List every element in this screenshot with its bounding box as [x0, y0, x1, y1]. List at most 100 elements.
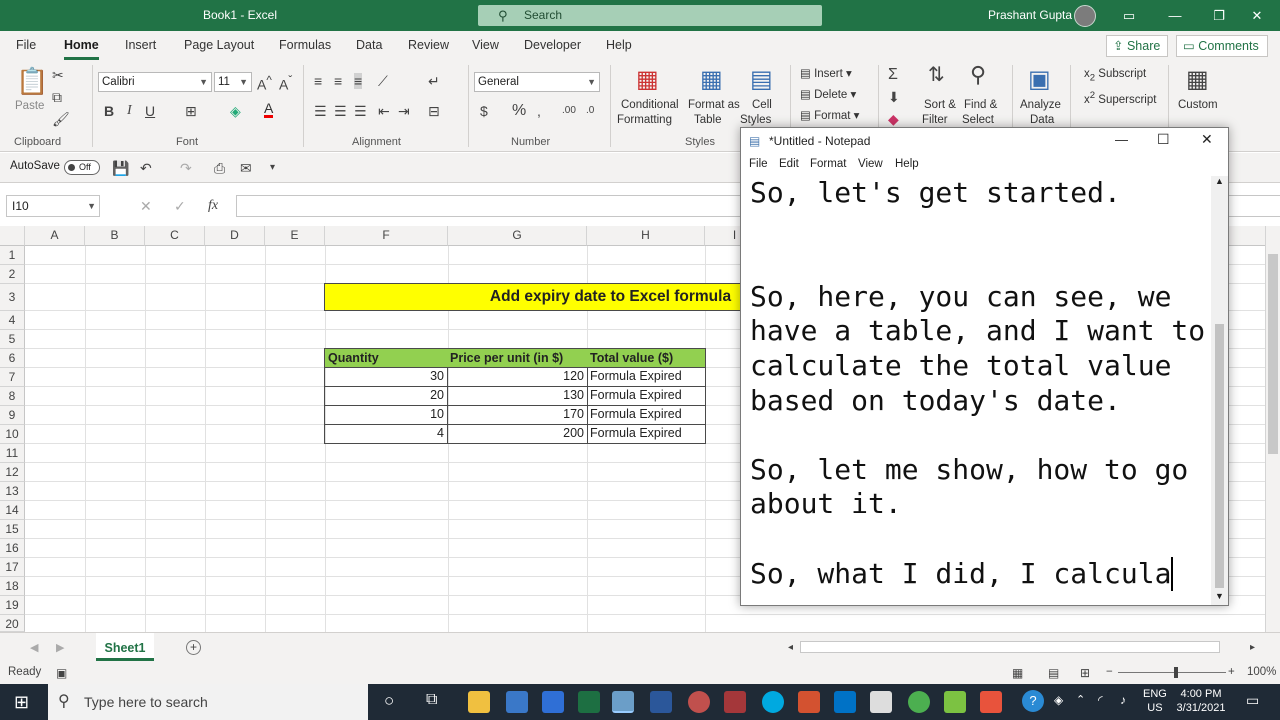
borders-icon[interactable]: ⊞ — [185, 103, 197, 119]
camtasia-icon[interactable] — [944, 691, 966, 713]
row-header[interactable]: 5 — [0, 330, 25, 349]
cut-icon[interactable]: ✂ — [52, 67, 64, 83]
increase-font-icon[interactable]: A^ — [257, 73, 272, 93]
sort-filter-label[interactable]: Sort & — [924, 98, 956, 113]
notepad-scroll-thumb[interactable] — [1215, 324, 1224, 588]
fill-color-icon[interactable]: ◈ — [230, 103, 241, 119]
scrollbar-thumb[interactable] — [1268, 254, 1278, 454]
file-explorer-icon[interactable] — [468, 691, 490, 713]
copy-icon[interactable]: ⧉ — [52, 89, 62, 105]
tab-formulas[interactable]: Formulas — [279, 38, 331, 52]
analyze-data-label[interactable]: Analyze — [1020, 98, 1061, 113]
onenote-icon[interactable] — [870, 691, 892, 713]
align-middle-icon[interactable]: ≡ — [334, 73, 342, 89]
recorder-icon[interactable] — [980, 691, 1002, 713]
find-select-label-2[interactable]: Select — [962, 113, 994, 128]
outlook-icon[interactable] — [834, 691, 856, 713]
row-header[interactable]: 3 — [0, 284, 25, 311]
italic-button[interactable]: I — [127, 103, 132, 119]
table-cell-price[interactable]: 170 — [447, 405, 588, 425]
row-header[interactable]: 17 — [0, 558, 25, 577]
row-header[interactable]: 18 — [0, 577, 25, 596]
zoom-slider-thumb[interactable] — [1174, 667, 1178, 678]
excel-taskbar-icon[interactable] — [578, 691, 600, 713]
print-preview-icon[interactable]: ⎙ — [214, 160, 225, 176]
paste-label[interactable]: Paste — [15, 99, 44, 114]
notepad-menu-view[interactable]: View — [858, 158, 883, 170]
format-as-table-icon[interactable]: ▦ — [700, 67, 723, 93]
increase-decimal-icon[interactable]: .00 — [562, 103, 576, 119]
table-cell-total[interactable]: Formula Expired — [587, 386, 706, 406]
redo-icon[interactable]: ↷ — [180, 160, 192, 176]
save-icon[interactable]: 💾 — [112, 160, 129, 176]
column-header-g[interactable]: G — [448, 226, 587, 246]
table-cell-price[interactable]: 120 — [447, 367, 588, 387]
delete-cells-button[interactable]: ▤ Delete ▾ — [800, 88, 856, 103]
skype-icon[interactable] — [762, 691, 784, 713]
zoom-out-icon[interactable]: − — [1106, 666, 1113, 678]
notification-icon[interactable]: ▭ — [1246, 692, 1259, 709]
horizontal-scrollbar[interactable] — [800, 641, 1220, 653]
align-center-icon[interactable]: ☰ — [334, 103, 347, 119]
header-cell-price[interactable]: Price per unit (in $) — [447, 348, 588, 368]
row-header[interactable]: 9 — [0, 406, 25, 425]
format-as-table-label[interactable]: Format as — [688, 98, 740, 113]
add-sheet-icon[interactable]: + — [186, 640, 201, 655]
currency-button[interactable]: $ — [480, 103, 488, 119]
conditional-formatting-icon[interactable]: ▦ — [636, 67, 659, 93]
prev-sheet-icon[interactable]: ◀ — [30, 640, 38, 656]
name-box[interactable]: I10 ▼ — [6, 195, 100, 217]
table-cell-price[interactable]: 200 — [447, 424, 588, 444]
zoom-slider[interactable] — [1118, 672, 1226, 673]
ribbon-display-icon[interactable]: ▭ — [1106, 0, 1152, 31]
paint-icon[interactable] — [688, 691, 710, 713]
tab-file[interactable]: File — [16, 38, 36, 52]
help-icon[interactable]: ? — [1022, 690, 1044, 712]
clock[interactable]: 4:00 PM 3/31/2021 — [1174, 687, 1228, 715]
column-header-c[interactable]: C — [145, 226, 205, 246]
row-header[interactable]: 2 — [0, 265, 25, 284]
font-name-select[interactable]: Calibri ▼ — [98, 72, 212, 92]
column-header-a[interactable]: A — [25, 226, 85, 246]
notepad-title-bar[interactable]: ▤ *Untitled - Notepad — ☐ ✕ — [741, 128, 1228, 156]
dropbox-icon[interactable] — [542, 691, 564, 713]
table-cell-qty[interactable]: 10 — [324, 405, 448, 425]
notepad-text-area[interactable]: So, let's get started. So, here, you can… — [741, 176, 1211, 605]
chrome-icon[interactable] — [908, 691, 930, 713]
row-header[interactable]: 13 — [0, 482, 25, 501]
store-icon[interactable] — [506, 691, 528, 713]
comma-style-icon[interactable]: , — [537, 103, 541, 119]
tab-insert[interactable]: Insert — [125, 38, 156, 52]
column-header-b[interactable]: B — [85, 226, 145, 246]
row-header[interactable]: 6 — [0, 349, 25, 368]
task-view-icon[interactable]: ⧉ — [426, 691, 437, 709]
macro-record-icon[interactable]: ▣ — [56, 665, 67, 681]
row-header[interactable]: 1 — [0, 246, 25, 265]
decrease-decimal-icon[interactable]: .0 — [586, 103, 594, 119]
table-cell-total[interactable]: Formula Expired — [587, 367, 706, 387]
insert-cells-button[interactable]: ▤ Insert ▾ — [800, 67, 852, 82]
format-painter-icon[interactable]: 🖌 — [52, 111, 70, 127]
row-header[interactable]: 14 — [0, 501, 25, 520]
close-icon[interactable]: ✕ — [1234, 0, 1280, 31]
avatar[interactable] — [1074, 5, 1096, 27]
format-as-table-label-2[interactable]: Table — [694, 113, 722, 128]
row-header[interactable]: 11 — [0, 444, 25, 463]
access-icon[interactable] — [724, 691, 746, 713]
sort-filter-label-2[interactable]: Filter — [922, 113, 948, 128]
row-header[interactable]: 4 — [0, 311, 25, 330]
taskbar-search-box[interactable]: ⚲ Type here to search — [48, 684, 368, 720]
powerpoint-icon[interactable] — [798, 691, 820, 713]
windows-start-icon[interactable]: ⊞ — [14, 692, 29, 713]
notepad-taskbar-icon[interactable] — [612, 691, 634, 713]
align-left-icon[interactable]: ☰ — [314, 103, 327, 119]
tab-data[interactable]: Data — [356, 38, 382, 52]
page-break-view-icon[interactable]: ⊞ — [1080, 665, 1090, 681]
user-name[interactable]: Prashant Gupta — [988, 0, 1072, 31]
header-cell-quantity[interactable]: Quantity — [324, 348, 448, 368]
format-cells-button[interactable]: ▤ Format ▾ — [800, 109, 859, 124]
cell-styles-label-2[interactable]: Styles — [740, 113, 771, 128]
column-header-h[interactable]: H — [587, 226, 705, 246]
title-banner-cell[interactable]: Add expiry date to Excel formula — [324, 283, 780, 311]
zoom-level[interactable]: 100% — [1247, 666, 1276, 678]
